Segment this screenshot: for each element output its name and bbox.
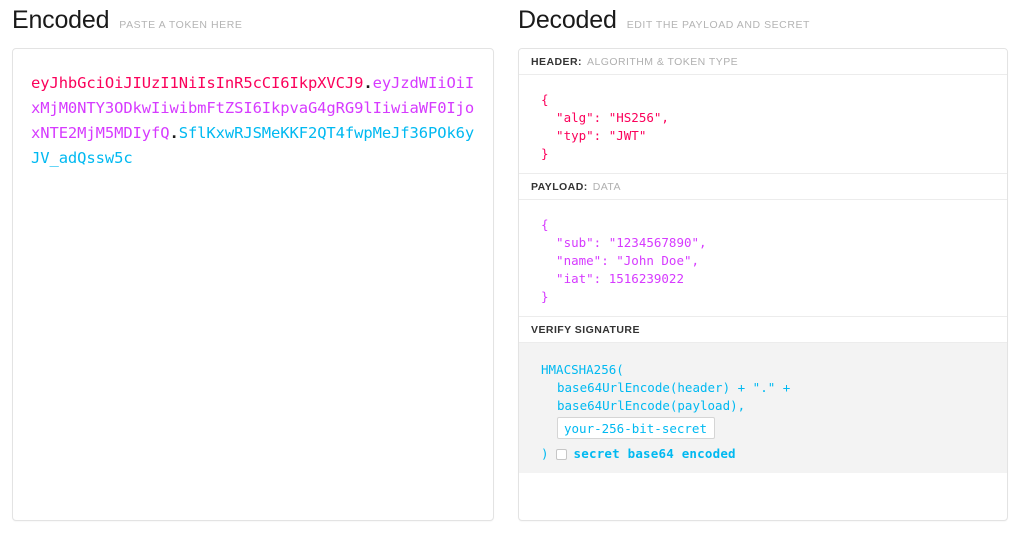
section-payload-label: PAYLOAD: DATA xyxy=(519,174,1007,200)
token-separator-1: . xyxy=(363,74,373,92)
section-header-label: HEADER: ALGORITHM & TOKEN TYPE xyxy=(519,49,1007,75)
encoded-column: Encoded PASTE A TOKEN HERE eyJhbGciOiJIU… xyxy=(0,0,512,542)
base64-encoded-label[interactable]: secret base64 encoded xyxy=(574,445,736,463)
token-separator-2: . xyxy=(169,124,179,142)
secret-input[interactable] xyxy=(557,417,715,439)
section-signature-label: VERIFY SIGNATURE xyxy=(519,317,1007,343)
jwt-token-text[interactable]: eyJhbGciOiJIUzI1NiIsInR5cCI6IkpXVCJ9.eyJ… xyxy=(31,71,475,171)
token-header-segment: eyJhbGciOiJIUzI1NiIsInR5cCI6IkpXVCJ9 xyxy=(31,74,364,92)
header-label-text: HEADER: xyxy=(531,55,582,68)
section-header: HEADER: ALGORITHM & TOKEN TYPE { "alg": … xyxy=(519,49,1007,173)
decoded-column: Decoded EDIT THE PAYLOAD AND SECRET HEAD… xyxy=(512,0,1024,542)
secret-row xyxy=(541,417,991,439)
decoded-subtitle: EDIT THE PAYLOAD AND SECRET xyxy=(626,19,810,31)
jwt-debugger: Encoded PASTE A TOKEN HERE eyJhbGciOiJIU… xyxy=(0,0,1024,542)
signature-label-text: VERIFY SIGNATURE xyxy=(531,323,640,336)
payload-json-content[interactable]: { "sub": "1234567890", "name": "John Doe… xyxy=(519,200,1007,317)
encoded-heading: Encoded PASTE A TOKEN HERE xyxy=(12,0,494,48)
decoded-title: Decoded xyxy=(518,6,617,34)
encoded-subtitle: PASTE A TOKEN HERE xyxy=(119,19,243,31)
signature-line-hmac: HMACSHA256( xyxy=(541,362,624,377)
section-payload: PAYLOAD: DATA { "sub": "1234567890", "na… xyxy=(519,173,1007,317)
encoded-title: Encoded xyxy=(12,6,110,34)
header-label-description: ALGORITHM & TOKEN TYPE xyxy=(587,55,739,68)
encoded-token-panel[interactable]: eyJhbGciOiJIUzI1NiIsInR5cCI6IkpXVCJ9.eyJ… xyxy=(12,48,494,521)
header-json-content[interactable]: { "alg": "HS256", "typ": "JWT" } xyxy=(519,75,1007,173)
closing-paren: ) xyxy=(541,446,549,461)
decoded-panel: HEADER: ALGORITHM & TOKEN TYPE { "alg": … xyxy=(518,48,1008,521)
section-verify-signature: VERIFY SIGNATURE HMACSHA256( base64UrlEn… xyxy=(519,317,1007,473)
payload-label-description: DATA xyxy=(592,180,621,193)
signature-closing-row: ) secret base64 encoded xyxy=(541,445,991,463)
payload-label-text: PAYLOAD: xyxy=(531,180,588,193)
signature-line-payload-encode: base64UrlEncode(payload), xyxy=(557,398,746,413)
signature-editor: HMACSHA256( base64UrlEncode(header) + ".… xyxy=(519,343,1007,473)
base64-encoded-checkbox[interactable] xyxy=(555,448,567,460)
decoded-heading: Decoded EDIT THE PAYLOAD AND SECRET xyxy=(518,0,1008,48)
signature-line-header-encode: base64UrlEncode(header) + "." + xyxy=(557,380,791,395)
